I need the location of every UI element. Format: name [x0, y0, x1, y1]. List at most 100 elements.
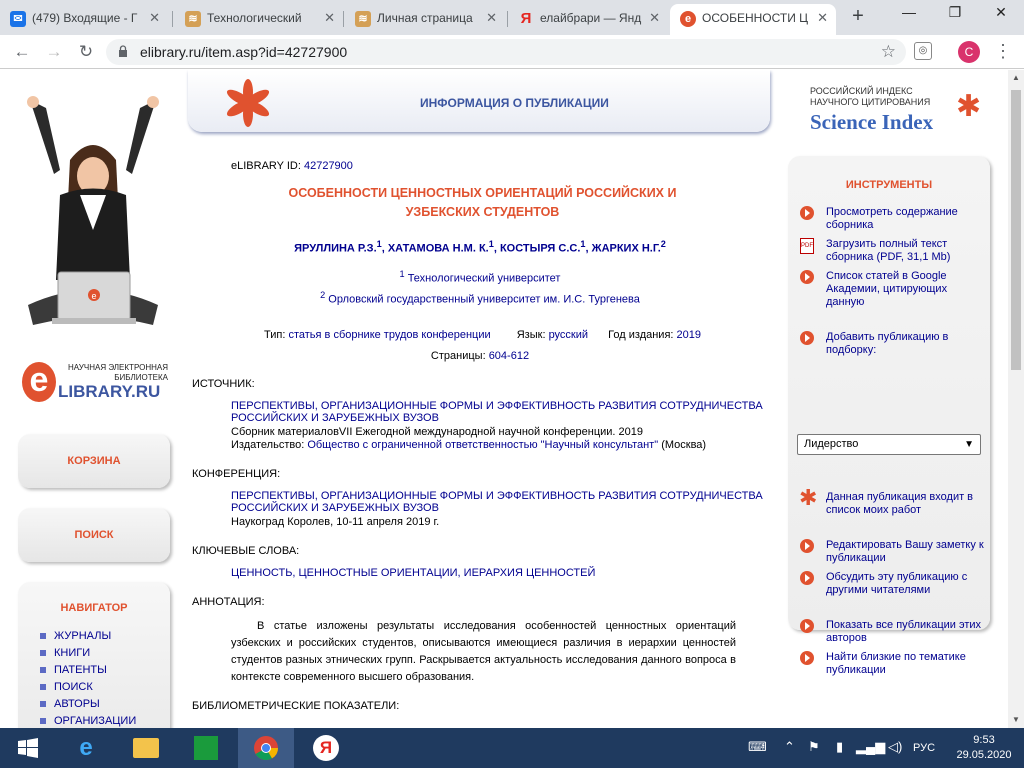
store-taskbar-button[interactable] [178, 728, 234, 768]
tab-yandex[interactable]: Я елайбрари — Янд ✕ [508, 4, 668, 35]
elibrary-logo[interactable]: e НАУЧНАЯ ЭЛЕКТРОННАЯ БИБЛИОТЕКА LIBRARY… [20, 360, 180, 406]
language-indicator[interactable]: РУС [913, 742, 935, 754]
source-label: ИСТОЧНИК: [192, 378, 255, 390]
scroll-down-icon[interactable]: ▼ [1011, 715, 1021, 725]
tool-google-scholar[interactable]: Список статей в Google Академии, цитирую… [800, 270, 986, 309]
author-link[interactable]: ЖАРКИХ Н.Г. [592, 243, 661, 255]
publication-meta: Тип: статья в сборнике трудов конференци… [264, 329, 701, 341]
source-title-link[interactable]: ПЕРСПЕКТИВЫ, ОРГАНИЗАЦИОННЫЕ ФОРМЫ И ЭФФ… [231, 400, 763, 424]
extension-icon[interactable]: ◎ [914, 42, 932, 60]
window-close-button[interactable]: ✕ [978, 0, 1024, 30]
chrome-taskbar-button[interactable] [238, 728, 294, 768]
conference-title-link[interactable]: ПЕРСПЕКТИВЫ, ОРГАНИЗАЦИОННЫЕ ФОРМЫ И ЭФФ… [231, 490, 763, 514]
tab-active-publication[interactable]: e ОСОБЕННОСТИ Ц ✕ [670, 4, 836, 35]
si-caption: РОССИЙСКИЙ ИНДЕКС НАУЧНОГО ЦИТИРОВАНИЯ [810, 86, 930, 108]
keywords-label: КЛЮЧЕВЫЕ СЛОВА: [192, 545, 300, 557]
store-icon [194, 736, 218, 760]
conference-label: КОНФЕРЕНЦИЯ: [192, 468, 281, 480]
tab-personal-page[interactable]: ≋ Личная страница ✕ [345, 4, 505, 35]
play-arrow-icon [800, 571, 814, 585]
tab-label: Технологический [207, 11, 302, 25]
volume-icon[interactable]: ◁) [888, 739, 902, 755]
nav-item-books[interactable]: КНИГИ [39, 647, 90, 659]
vertical-scrollbar[interactable]: ▲ ▼ [1008, 70, 1024, 728]
yandex-browser-icon: Я [313, 735, 339, 761]
keywords-links[interactable]: ЦЕННОСТЬ, ЦЕННОСТНЫЕ ОРИЕНТАЦИИ, ИЕРАРХИ… [231, 567, 595, 579]
tab-label: ОСОБЕННОСТИ Ц [702, 11, 809, 25]
page-title: ИНФОРМАЦИЯ О ПУБЛИКАЦИИ [420, 96, 609, 110]
battery-icon[interactable]: ▮ [836, 739, 843, 755]
keyboard-icon[interactable]: ⌨ [748, 739, 767, 755]
tool-view-contents[interactable]: Просмотреть содержание сборника [800, 206, 986, 232]
nav-item-search[interactable]: ПОИСК [40, 681, 93, 693]
tool-download-pdf[interactable]: PDF Загрузить полный текст сборника (PDF… [800, 238, 986, 264]
id-value: 42727900 [303, 160, 353, 172]
tool-discuss[interactable]: Обсудить эту публикацию с другими читате… [800, 571, 986, 597]
author-link[interactable]: ЯРУЛЛИНА Р.З. [294, 243, 377, 255]
yandex-taskbar-button[interactable]: Я [298, 728, 354, 768]
author-link[interactable]: ХАТАМОВА Н.М. К. [388, 243, 489, 255]
tab-separator [343, 11, 344, 27]
source-collection: Сборник материаловVII Ежегодной междунар… [231, 426, 644, 438]
tool-my-works[interactable]: ✱ Данная публикация входит в список моих… [799, 487, 986, 517]
lock-icon[interactable] [118, 45, 128, 57]
pages-info: Страницы: 604-612 [200, 350, 760, 362]
affiliation-link[interactable]: Технологический университет [408, 273, 561, 285]
tab-technological[interactable]: ≋ Технологический ✕ [175, 4, 343, 35]
close-icon[interactable]: ✕ [486, 4, 497, 32]
close-icon[interactable]: ✕ [649, 4, 660, 32]
conference-title-line: ПЕРСПЕКТИВЫ, ОРГАНИЗАЦИОННЫЕ ФОРМЫ И ЭФФ… [231, 490, 763, 502]
play-arrow-icon [800, 206, 814, 220]
restore-button[interactable]: ❐ [932, 0, 978, 30]
tab-mail[interactable]: ✉ (479) Входящие - Г ✕ [0, 4, 168, 35]
nav-item-journals[interactable]: ЖУРНАЛЫ [39, 630, 111, 642]
header-banner: ИНФОРМАЦИЯ О ПУБЛИКАЦИИ [188, 70, 770, 132]
search-button[interactable]: ПОИСК [18, 508, 170, 562]
scrollbar-thumb[interactable] [1011, 90, 1021, 370]
close-icon[interactable]: ✕ [324, 4, 335, 32]
back-arrow-icon[interactable]: ← [10, 40, 34, 64]
author-link[interactable]: КОСТЫРЯ С.С. [500, 243, 580, 255]
tool-edit-note[interactable]: Редактировать Вашу заметку к публикации [800, 539, 986, 565]
chevron-up-icon[interactable]: ⌃ [784, 739, 795, 755]
science-index-logo[interactable]: РОССИЙСКИЙ ИНДЕКС НАУЧНОГО ЦИТИРОВАНИЯ Sc… [810, 86, 990, 136]
minimize-button[interactable]: — [886, 0, 932, 30]
bookmark-star-icon[interactable]: ☆ [881, 42, 896, 62]
collection-select[interactable]: Лидерство ▼ [797, 434, 981, 455]
source-title-line: ПЕРСПЕКТИВЫ, ОРГАНИЗАЦИОННЫЕ ФОРМЫ И ЭФФ… [231, 400, 763, 412]
pages-value: 604-612 [488, 350, 530, 362]
reload-icon[interactable]: ↻ [74, 40, 98, 64]
publisher-link[interactable]: Общество с ограниченной ответственностью… [307, 439, 658, 451]
menu-icon[interactable]: ⋮ [994, 39, 1012, 63]
tab-label: елайбрари — Янд [540, 11, 642, 25]
profile-avatar[interactable]: C [958, 41, 980, 63]
nav-item-authors[interactable]: АВТОРЫ [40, 698, 100, 710]
type-label: Тип: [264, 329, 286, 341]
clock[interactable]: 9:53 29.05.2020 [952, 733, 1016, 763]
nav-item-organizations[interactable]: ОРГАНИЗАЦИИ [39, 715, 136, 727]
start-button[interactable] [0, 728, 56, 768]
close-icon[interactable]: ✕ [149, 4, 160, 32]
forward-arrow-icon[interactable]: → [42, 40, 66, 64]
tools-title: ИНСТРУМЕНТЫ [845, 179, 933, 191]
chevron-down-icon: ▼ [964, 439, 974, 450]
cart-button[interactable]: КОРЗИНА [18, 434, 170, 488]
ie-taskbar-button[interactable]: e [58, 728, 114, 768]
tool-authors-publications[interactable]: Показать все публикации этих авторов [800, 619, 986, 645]
flag-icon[interactable]: ⚑ [808, 739, 820, 755]
tool-similar-publications[interactable]: Найти близкие по тематике публикации [800, 651, 986, 677]
nav-item-patents[interactable]: ПАТЕНТЫ [40, 664, 107, 676]
close-icon[interactable]: ✕ [817, 4, 828, 32]
scroll-up-icon[interactable]: ▲ [1011, 73, 1021, 83]
explorer-taskbar-button[interactable] [118, 728, 174, 768]
select-value: Лидерство [804, 438, 859, 450]
publisher-line: Издательство: Общество с ограниченной от… [231, 439, 706, 451]
tool-add-to-collection[interactable]: Добавить публикацию в подборку: [800, 331, 986, 357]
new-tab-button[interactable]: + [846, 4, 870, 30]
tab-label: (479) Входящие - Г [32, 11, 138, 25]
affiliation-link[interactable]: Орловский государственный университет им… [328, 293, 640, 305]
url-text[interactable]: elibrary.ru/item.asp?id=42727900 [140, 44, 347, 60]
signal-icon[interactable]: ▂▄▆ [856, 739, 885, 755]
affiliation-sup: 1 [399, 269, 405, 279]
address-bar[interactable]: elibrary.ru/item.asp?id=42727900 ☆ [106, 39, 906, 65]
